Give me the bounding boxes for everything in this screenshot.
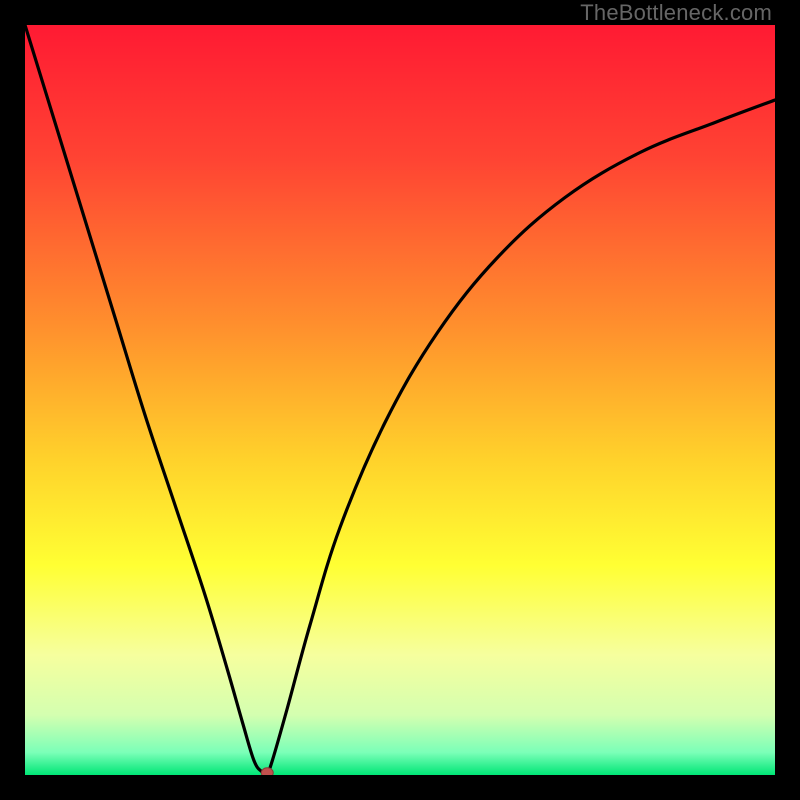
watermark-text: TheBottleneck.com bbox=[580, 0, 772, 26]
optimum-marker bbox=[261, 768, 273, 775]
chart-frame: TheBottleneck.com bbox=[0, 0, 800, 800]
plot-area bbox=[25, 25, 775, 775]
curve-layer bbox=[25, 25, 775, 775]
bottleneck-curve bbox=[25, 25, 775, 774]
